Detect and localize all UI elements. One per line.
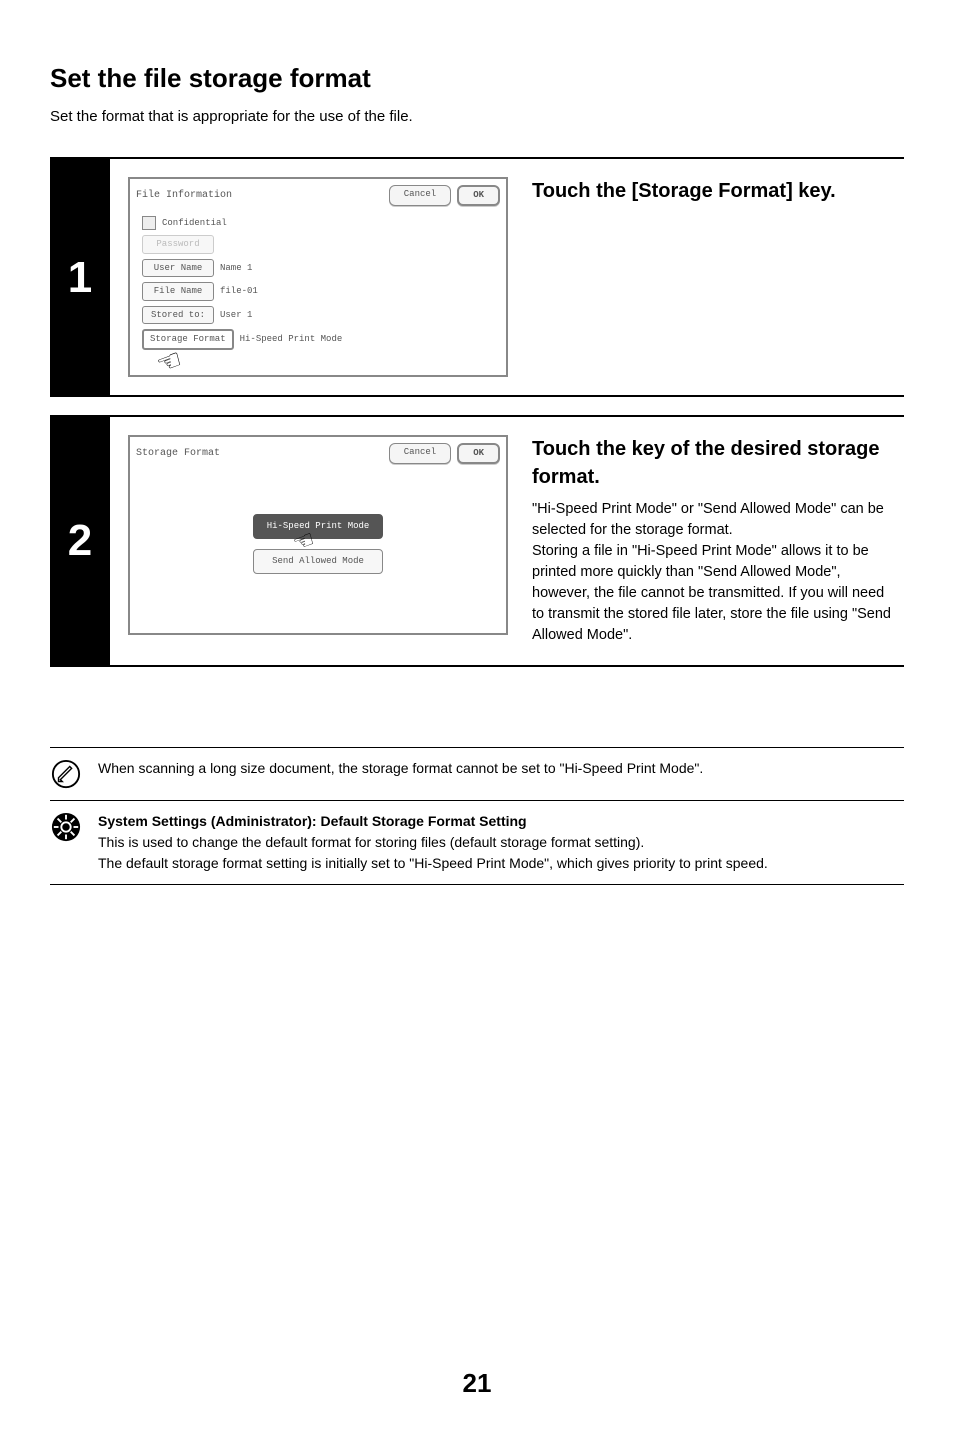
section-title: Set the file storage format: [50, 60, 904, 96]
note-gear: System Settings (Administrator): Default…: [50, 800, 904, 885]
hand-cursor-icon: ☜: [154, 348, 187, 383]
panel-title: Storage Format: [136, 447, 220, 461]
step2-heading: Touch the key of the desired storage for…: [532, 435, 892, 491]
storageformat-button[interactable]: Storage Format: [142, 329, 234, 350]
step-number: 1: [50, 159, 110, 395]
step-2: 2 Storage Format Cancel OK Hi-Speed Prin…: [50, 415, 904, 666]
step-1: 1 File Information Cancel OK Confidentia…: [50, 157, 904, 397]
pencil-icon: [50, 758, 82, 790]
send-allowed-label: Send Allowed Mode: [272, 556, 364, 566]
username-button[interactable]: User Name: [142, 259, 214, 278]
storageformat-value: Hi-Speed Print Mode: [240, 333, 343, 346]
note-pencil-text: When scanning a long size document, the …: [98, 758, 904, 779]
send-allowed-mode-button[interactable]: Send Allowed Mode ☜: [253, 549, 383, 574]
note-gear-line1: This is used to change the default forma…: [98, 832, 904, 853]
confidential-label: Confidential: [162, 217, 227, 230]
step2-body: "Hi-Speed Print Mode" or "Send Allowed M…: [532, 499, 892, 646]
note-gear-line2: The default storage format setting is in…: [98, 853, 904, 874]
storedto-value: User 1: [220, 309, 252, 322]
step1-heading: Touch the [Storage Format] key.: [532, 177, 892, 205]
storedto-button[interactable]: Stored to:: [142, 306, 214, 325]
username-value: Name 1: [220, 262, 252, 275]
cancel-button[interactable]: Cancel: [389, 185, 451, 206]
filename-value: file-01: [220, 285, 258, 298]
storage-format-panel: Storage Format Cancel OK Hi-Speed Print …: [128, 435, 508, 635]
gear-icon: [50, 811, 82, 843]
ok-button[interactable]: OK: [457, 185, 500, 206]
hispeed-mode-button[interactable]: Hi-Speed Print Mode: [253, 514, 383, 539]
password-button: Password: [142, 235, 214, 254]
step-number: 2: [50, 417, 110, 664]
intro-text: Set the format that is appropriate for t…: [50, 106, 904, 127]
page-number: 21: [50, 1365, 904, 1401]
notes-section: When scanning a long size document, the …: [50, 747, 904, 885]
file-information-panel: File Information Cancel OK Confidential …: [128, 177, 508, 377]
note-pencil: When scanning a long size document, the …: [50, 747, 904, 800]
panel-title: File Information: [136, 189, 232, 203]
ok-button[interactable]: OK: [457, 443, 500, 464]
confidential-checkbox[interactable]: [142, 216, 156, 230]
note-gear-title: System Settings (Administrator): Default…: [98, 811, 904, 832]
cancel-button[interactable]: Cancel: [389, 443, 451, 464]
filename-button[interactable]: File Name: [142, 282, 214, 301]
